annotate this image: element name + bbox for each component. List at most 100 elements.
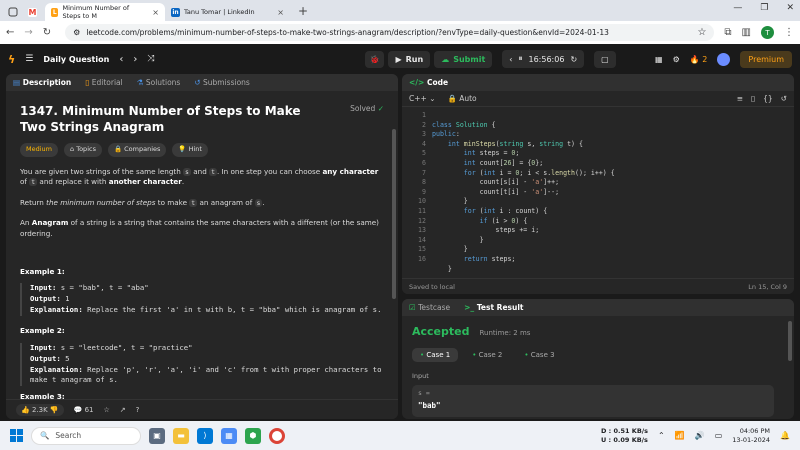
task-view-icon[interactable]: ▣ — [149, 427, 165, 444]
hint-tag[interactable]: 💡 Hint — [172, 143, 208, 157]
case-tab-1[interactable]: • Case 1 — [412, 348, 459, 362]
help-icon[interactable]: ? — [136, 406, 140, 414]
tab-test-result[interactable]: >_ Test Result — [464, 303, 523, 312]
layout-icon[interactable]: ▦ — [655, 55, 663, 64]
thumbs-up-icon: 👍 — [21, 405, 30, 414]
prev-problem-icon[interactable]: ‹ — [119, 54, 123, 65]
case-tabs: • Case 1 • Case 2 • Case 3 — [412, 348, 784, 362]
braces-icon[interactable]: {} — [763, 94, 773, 103]
profile-avatar[interactable]: T — [761, 26, 774, 39]
streak-badge[interactable]: 🔥 2 — [690, 55, 708, 64]
example-2-title: Example 2: — [20, 326, 65, 336]
code-area[interactable]: 1 class Solution { 2 public: 3 int minStep… — [402, 107, 794, 273]
timer-collapse-icon[interactable]: ‹ — [509, 55, 512, 64]
user-avatar[interactable] — [717, 52, 731, 66]
timer-reset-icon[interactable]: ↻ — [570, 55, 577, 64]
checkbox-icon: ☑ — [409, 303, 416, 312]
language-select[interactable]: C++ ⌄ — [409, 94, 436, 103]
tab-description[interactable]: ▤ Description — [13, 78, 71, 87]
format-icon[interactable]: ≡ — [737, 94, 743, 103]
note-icon: ▢ — [601, 54, 609, 64]
file-explorer-icon[interactable]: ▬ — [173, 427, 189, 444]
solutions-icon: ⚗ — [136, 78, 144, 87]
store-icon[interactable]: ▦ — [221, 427, 237, 444]
reset-code-icon[interactable]: ↺ — [781, 94, 787, 103]
submit-button[interactable]: ☁ Submit — [434, 50, 493, 68]
description-panel: ▤ Description ▯ Editorial ⚗ Solutions ↺ … — [6, 74, 398, 419]
notification-icon[interactable]: 🔔 — [780, 431, 790, 440]
linkedin-favicon-icon: in — [171, 7, 180, 17]
description-scrollbar[interactable] — [392, 129, 396, 299]
tray-chevron-icon[interactable]: ⌃ — [658, 431, 665, 440]
restore-icon[interactable]: ❐ — [760, 3, 768, 13]
companies-tag[interactable]: 🔒 Companies — [107, 143, 167, 157]
timer-widget[interactable]: ‹ ⏸ 16:56:06 ↻ — [502, 50, 585, 68]
cloud-upload-icon: ☁ — [441, 54, 450, 64]
example-2-box: Input: s = "leetcode", t = "practice" Ou… — [20, 342, 384, 387]
settings-gear-icon[interactable]: ⚙ — [673, 55, 680, 64]
close-tab-icon[interactable]: × — [152, 8, 159, 17]
problem-title[interactable]: 1347. Minimum Number of Steps to Make Tw… — [20, 103, 320, 135]
url-field[interactable]: ⚙ leetcode.com/problems/minimum-number-o… — [65, 24, 715, 41]
left-panel-tabs: ▤ Description ▯ Editorial ⚗ Solutions ↺ … — [6, 74, 398, 91]
auto-mode[interactable]: 🔒 Auto — [448, 94, 477, 103]
timer-pause-icon[interactable]: ⏸ — [519, 54, 523, 64]
case-tab-2[interactable]: • Case 2 — [464, 348, 510, 362]
topics-tag[interactable]: ⌂ Topics — [64, 143, 102, 157]
taskbar-search[interactable]: 🔍 Search — [31, 426, 141, 445]
tab-testcase[interactable]: ☑ Testcase — [409, 303, 450, 312]
close-tab-icon[interactable]: × — [277, 8, 284, 17]
next-problem-icon[interactable]: › — [133, 54, 137, 65]
new-tab-button[interactable]: + — [298, 4, 308, 18]
solved-status: Solved ✓ — [350, 104, 384, 113]
favorite-star-icon[interactable]: ☆ — [104, 406, 110, 414]
system-tray: D : 0.51 KB/s U : 0.09 KB/s ⌃ 📶 🔊 ▭ 04:0… — [601, 427, 790, 444]
browser-tab-leetcode[interactable]: L Minimum Number of Steps to M × — [45, 3, 165, 21]
editor-header: </> Code — [402, 74, 794, 91]
leetcode-logo-icon[interactable]: ϟ — [8, 53, 15, 66]
minimize-icon[interactable]: — — [733, 3, 742, 13]
vscode-icon[interactable]: ⟩ — [197, 427, 213, 444]
tag-icon: ⌂ — [70, 145, 75, 154]
code-tab[interactable]: </> Code — [409, 78, 448, 87]
tab-submissions[interactable]: ↺ Submissions — [194, 78, 250, 87]
bookmark-star-icon[interactable]: ☆ — [697, 27, 706, 38]
premium-button[interactable]: Premium — [740, 50, 792, 68]
problem-list-icon[interactable]: ☰ — [25, 54, 33, 64]
close-window-icon[interactable]: ✕ — [786, 3, 794, 13]
extensions-icon[interactable]: ⧉ — [724, 27, 731, 38]
site-info-icon[interactable]: ⚙ — [73, 28, 80, 37]
editor-toolbar: C++ ⌄ 🔒 Auto ≡ ▯ {} ↺ — [402, 91, 794, 107]
clock[interactable]: 04:06 PM 13-01-2024 — [732, 427, 770, 444]
windows-start-icon[interactable] — [10, 429, 23, 442]
case-tab-3[interactable]: • Case 3 — [516, 348, 562, 362]
forward-icon[interactable]: → — [24, 27, 32, 38]
notes-button[interactable]: ▢ — [594, 50, 616, 68]
debug-button[interactable]: 🐞 — [364, 50, 385, 68]
result-scrollbar[interactable] — [788, 321, 792, 361]
reload-icon[interactable]: ↻ — [43, 27, 51, 38]
tab-solutions[interactable]: ⚗ Solutions — [137, 78, 181, 87]
shuffle-icon[interactable]: ⤨ — [147, 54, 154, 64]
battery-icon[interactable]: ▭ — [715, 431, 723, 440]
browser-menu-icon[interactable]: ⋮ — [784, 27, 794, 38]
back-icon[interactable]: ← — [6, 27, 14, 38]
daily-question-label[interactable]: Daily Question — [43, 55, 109, 64]
bookmark-icon[interactable]: ▯ — [751, 94, 755, 103]
browser-tab-strip: M L Minimum Number of Steps to M × in Ta… — [0, 0, 800, 21]
share-icon[interactable]: ↗ — [120, 406, 126, 414]
tab-editorial[interactable]: ▯ Editorial — [85, 78, 123, 87]
sidepanel-icon[interactable]: ▥ — [742, 27, 751, 38]
browser-tab-linkedin[interactable]: in Tanu Tomar | LinkedIn × — [165, 3, 290, 21]
photos-icon[interactable]: ⬢ — [245, 427, 261, 444]
volume-icon[interactable]: 🔊 — [695, 431, 705, 440]
comments-button[interactable]: 💬 61 — [74, 406, 94, 414]
wifi-icon[interactable]: 📶 — [675, 431, 685, 440]
run-button[interactable]: ▶ Run — [388, 50, 431, 68]
gmail-icon[interactable]: M — [28, 8, 37, 17]
chrome-icon[interactable] — [269, 427, 285, 444]
tab-search-icon[interactable] — [4, 5, 22, 19]
result-body: Accepted Runtime: 2 ms • Case 1 • Case 2… — [402, 316, 794, 419]
right-top-group: ▦ ⚙ 🔥 2 Premium — [655, 50, 792, 68]
like-button[interactable]: 👍 2.3K 👎 — [16, 403, 64, 416]
